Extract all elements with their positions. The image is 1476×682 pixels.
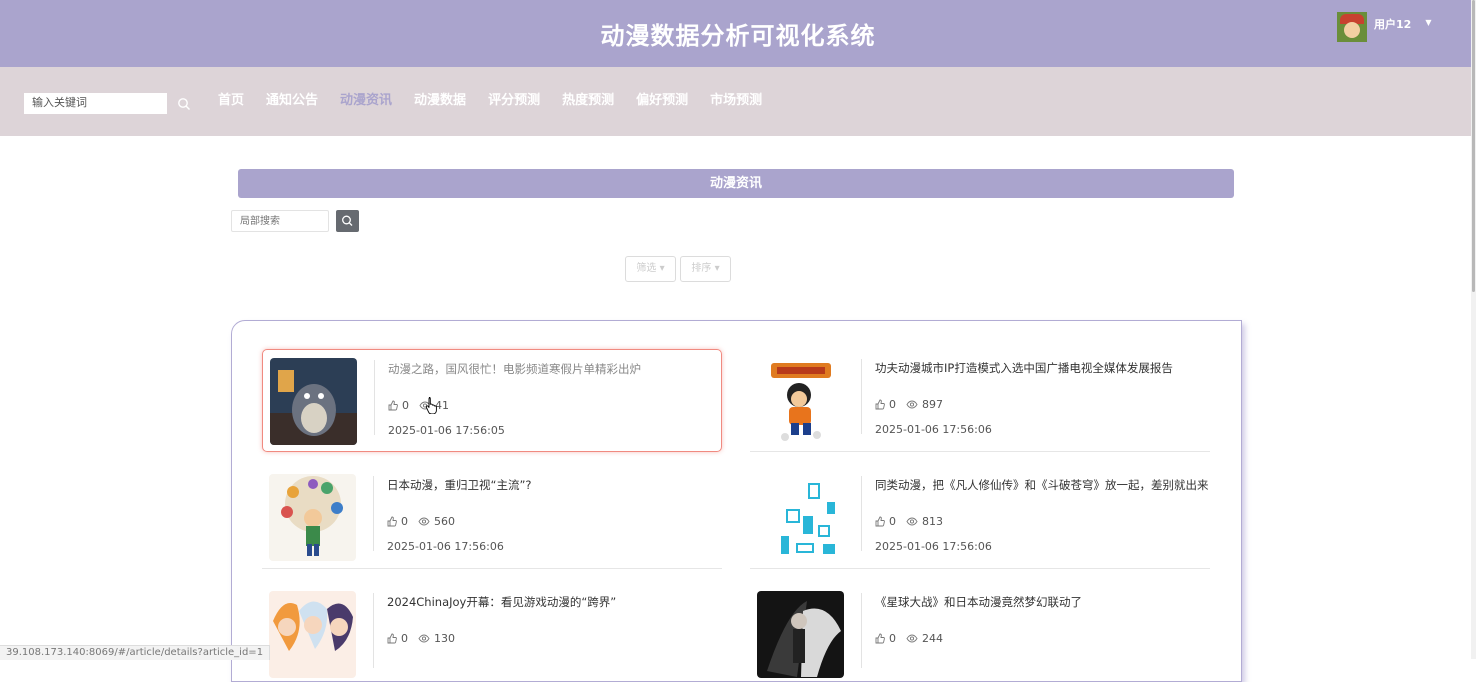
view-count: 897 <box>922 398 943 411</box>
user-avatar[interactable] <box>1337 12 1367 42</box>
view-count: 560 <box>434 515 455 528</box>
article-card[interactable]: 同类动漫，把《凡人修仙传》和《斗破苍穹》放一起，差别就出来 0 813 2025… <box>750 466 1210 569</box>
article-thumbnail[interactable] <box>757 474 844 561</box>
article-stats: 0 560 <box>387 515 455 528</box>
article-title[interactable]: 《星球大战》和日本动漫竟然梦幻联动了 <box>875 594 1082 610</box>
nav-item-rating-prediction[interactable]: 评分预测 <box>488 92 540 110</box>
article-title[interactable]: 动漫之路，国风很忙！电影频道寒假片单精彩出炉 <box>388 361 641 377</box>
like-count: 0 <box>401 632 408 645</box>
thumbs-up-icon[interactable] <box>875 516 885 527</box>
sort-dropdown[interactable]: 排序 ▾ <box>680 256 731 282</box>
thumbs-up-icon[interactable] <box>387 516 397 527</box>
nav-item-preference-prediction[interactable]: 偏好预测 <box>636 92 688 110</box>
article-title[interactable]: 日本动漫，重归卫视“主流”? <box>387 477 532 493</box>
view-count: 244 <box>922 632 943 645</box>
local-search-button[interactable] <box>336 210 359 232</box>
scrollbar-thumb[interactable] <box>1472 0 1475 292</box>
eye-icon <box>906 517 918 526</box>
like-count: 0 <box>889 398 896 411</box>
card-divider <box>373 593 374 668</box>
article-thumbnail[interactable] <box>270 358 357 445</box>
article-card[interactable]: 2024ChinaJoy开幕：看见游戏动漫的“跨界” 0 130 <box>262 583 722 681</box>
card-divider <box>861 476 862 551</box>
chevron-down-icon[interactable]: ▼ <box>1425 18 1431 27</box>
nav-item-popularity-prediction[interactable]: 热度预测 <box>562 92 614 110</box>
like-count: 0 <box>402 399 409 412</box>
thumbs-up-icon[interactable] <box>387 633 397 644</box>
nav-item-market-prediction[interactable]: 市场预测 <box>710 92 762 110</box>
article-stats: 0 244 <box>875 632 943 645</box>
user-menu[interactable]: 用户12 ▼ <box>1337 12 1431 42</box>
card-divider <box>861 359 862 434</box>
nav-item-anime-news[interactable]: 动漫资讯 <box>340 92 392 110</box>
site-title: 动漫数据分析可视化系统 <box>600 22 876 50</box>
hand-cursor-icon <box>425 397 437 414</box>
eye-icon <box>906 634 918 643</box>
thumbs-up-icon[interactable] <box>875 399 885 410</box>
search-icon[interactable] <box>177 97 191 111</box>
main-nav: 首页 通知公告 动漫资讯 动漫数据 评分预测 热度预测 偏好预测 市场预测 <box>218 92 784 110</box>
top-header: 动漫数据分析可视化系统 用户12 ▼ <box>0 0 1476 67</box>
search-input[interactable] <box>24 93 167 114</box>
article-title[interactable]: 功夫动漫城市IP打造模式入选中国广播电视全媒体发展报告 <box>875 360 1173 376</box>
like-count: 0 <box>889 515 896 528</box>
article-title[interactable]: 同类动漫，把《凡人修仙传》和《斗破苍穹》放一起，差别就出来 <box>875 477 1209 493</box>
article-card[interactable]: 功夫动漫城市IP打造模式入选中国广播电视全媒体发展报告 0 897 2025-0… <box>750 349 1210 452</box>
filter-dropdown[interactable]: 筛选 ▾ <box>625 256 676 282</box>
article-title[interactable]: 2024ChinaJoy开幕：看见游戏动漫的“跨界” <box>387 594 616 610</box>
username[interactable]: 用户12 <box>1374 16 1411 32</box>
thumbs-up-icon[interactable] <box>875 633 885 644</box>
section-title: 动漫资讯 <box>238 169 1234 198</box>
caret-down-icon: ▾ <box>714 263 720 274</box>
article-date: 2025-01-06 17:56:06 <box>875 423 992 436</box>
like-count: 0 <box>401 515 408 528</box>
nav-item-anime-data[interactable]: 动漫数据 <box>414 92 466 110</box>
eye-icon <box>418 517 430 526</box>
article-date: 2025-01-06 17:56:06 <box>875 540 992 553</box>
view-count: 813 <box>922 515 943 528</box>
article-list-panel: 动漫之路，国风很忙！电影频道寒假片单精彩出炉 0 41 2025-01-06 1… <box>231 320 1242 682</box>
article-thumbnail[interactable] <box>757 591 844 678</box>
article-stats: 0 897 <box>875 398 943 411</box>
article-date: 2025-01-06 17:56:05 <box>388 424 505 437</box>
like-count: 0 <box>889 632 896 645</box>
local-search-input[interactable] <box>231 210 329 232</box>
article-card[interactable]: 日本动漫，重归卫视“主流”? 0 560 2025-01-06 17:56:06 <box>262 466 722 569</box>
search-icon <box>342 215 353 226</box>
article-stats: 0 41 <box>388 399 449 412</box>
article-thumbnail[interactable] <box>269 591 356 678</box>
article-thumbnail[interactable] <box>757 357 844 444</box>
view-count: 130 <box>434 632 455 645</box>
card-divider <box>861 593 862 668</box>
eye-icon <box>906 400 918 409</box>
article-date: 2025-01-06 17:56:06 <box>387 540 504 553</box>
nav-item-notices[interactable]: 通知公告 <box>266 92 318 110</box>
eye-icon <box>418 634 430 643</box>
filter-label: 筛选 <box>636 263 657 274</box>
article-thumbnail[interactable] <box>269 474 356 561</box>
thumbs-up-icon[interactable] <box>388 400 398 411</box>
card-divider <box>374 360 375 435</box>
article-card[interactable]: 《星球大战》和日本动漫竟然梦幻联动了 0 244 <box>750 583 1210 681</box>
card-divider <box>373 476 374 551</box>
article-stats: 0 130 <box>387 632 455 645</box>
article-stats: 0 813 <box>875 515 943 528</box>
caret-down-icon: ▾ <box>659 263 665 274</box>
nav-item-home[interactable]: 首页 <box>218 92 244 110</box>
sort-label: 排序 <box>691 263 712 274</box>
article-card[interactable]: 动漫之路，国风很忙！电影频道寒假片单精彩出炉 0 41 2025-01-06 1… <box>262 349 722 452</box>
status-url: 39.108.173.140:8069/#/article/details?ar… <box>0 645 271 660</box>
